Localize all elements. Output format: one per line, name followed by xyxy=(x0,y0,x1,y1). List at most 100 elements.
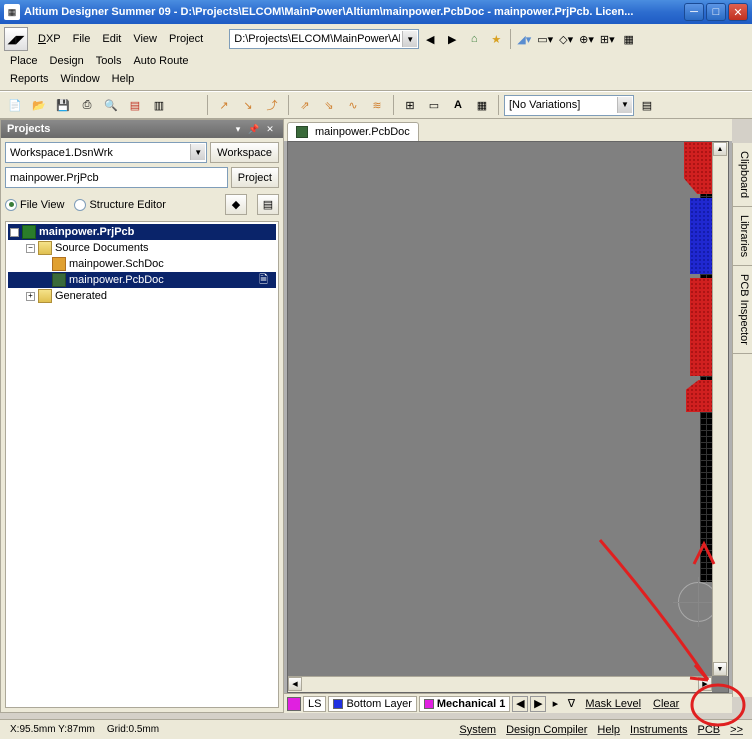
chevron-down-icon[interactable]: ▼ xyxy=(190,144,205,160)
pcb-canvas[interactable]: ▲ ▼ ◀ ▶ xyxy=(287,141,729,693)
tool-d-button[interactable]: ⊕▾ xyxy=(576,28,597,50)
variations-edit-button[interactable]: ▤ xyxy=(636,94,658,116)
route-b-icon[interactable]: ↘ xyxy=(237,94,259,116)
side-tab-pcb-inspector[interactable]: PCB Inspector xyxy=(733,266,752,354)
scrollbar-horizontal[interactable]: ◀ ▶ xyxy=(288,676,712,692)
preview-button[interactable]: 🔍 xyxy=(100,94,122,116)
route-f-icon[interactable]: ∿ xyxy=(342,94,364,116)
layer-filter-icon[interactable]: ∇ xyxy=(564,696,578,712)
mask-level-link[interactable]: Mask Level xyxy=(580,695,646,713)
menu-dxp[interactable]: DXP xyxy=(32,31,67,47)
clear-link[interactable]: Clear xyxy=(648,695,684,713)
panel-close-icon[interactable]: ✕ xyxy=(263,123,277,135)
file-view-radio[interactable]: File View xyxy=(5,199,64,211)
expand-icon[interactable]: + xyxy=(26,292,35,301)
doc-tab[interactable]: mainpower.PcbDoc xyxy=(287,122,419,141)
nav-back-button[interactable]: ◀ xyxy=(419,28,441,50)
tree-sch-doc[interactable]: mainpower.SchDoc xyxy=(8,256,276,272)
tree-project-root[interactable]: − mainpower.PrjPcb xyxy=(8,224,276,240)
side-tab-libraries[interactable]: Libraries xyxy=(733,207,752,266)
project-button[interactable]: Project xyxy=(231,167,279,188)
panel-menu-icon[interactable]: ▾ xyxy=(231,123,245,135)
status-system-link[interactable]: System xyxy=(454,721,501,739)
layer-menu-icon[interactable]: ▸ xyxy=(548,696,562,712)
path-combo[interactable]: D:\Projects\ELCOM\MainPower\Altium\ ▼ xyxy=(229,29,419,49)
menu-project[interactable]: Project xyxy=(163,31,209,47)
menu-tools[interactable]: Tools xyxy=(90,53,128,69)
status-instruments-link[interactable]: Instruments xyxy=(625,721,692,739)
nav-fav-button[interactable]: ★ xyxy=(485,28,507,50)
scrollbar-vertical[interactable]: ▲ ▼ xyxy=(712,142,728,676)
project-combo[interactable]: mainpower.PrjPcb xyxy=(5,167,228,188)
print-button[interactable]: ⎙ xyxy=(76,94,98,116)
workspace-button[interactable]: Workspace xyxy=(210,142,279,163)
menu-edit[interactable]: Edit xyxy=(96,31,127,47)
panel-opt2-button[interactable]: ▤ xyxy=(257,194,279,215)
collapse-icon[interactable]: − xyxy=(26,244,35,253)
workspace-combo[interactable]: Workspace1.DsnWrk ▼ xyxy=(5,142,207,163)
layer-next-button[interactable]: ▶ xyxy=(530,696,546,712)
menu-window[interactable]: Window xyxy=(55,71,106,87)
layer-prev-button[interactable]: ◀ xyxy=(512,696,528,712)
layer-swatch-ls[interactable] xyxy=(287,697,301,711)
tool-b-button[interactable]: ▭▾ xyxy=(534,28,556,50)
menu-place[interactable]: Place xyxy=(4,53,44,69)
nav-fwd-button[interactable]: ▶ xyxy=(441,28,463,50)
tree-generated[interactable]: + Generated xyxy=(8,288,276,304)
tool-a-button[interactable]: ◢▾ xyxy=(514,28,534,50)
route-i-icon[interactable]: ▭ xyxy=(423,94,445,116)
variations-combo[interactable]: [No Variations] ▼ xyxy=(504,95,634,116)
new-button[interactable]: 📄 xyxy=(4,94,26,116)
menu-view[interactable]: View xyxy=(127,31,163,47)
text-icon[interactable]: A xyxy=(447,94,469,116)
route-a-icon[interactable]: ↗ xyxy=(213,94,235,116)
tree-pcb-doc[interactable]: mainpower.PcbDoc 🗎 xyxy=(8,272,276,288)
nav-home-button[interactable]: ⌂ xyxy=(463,28,485,50)
save-button[interactable]: 💾 xyxy=(52,94,74,116)
open-button[interactable]: 📂 xyxy=(28,94,50,116)
menu-reports[interactable]: Reports xyxy=(4,71,55,87)
layer-tab-mechanical[interactable]: Mechanical 1 xyxy=(419,696,510,712)
layer-swatch-mech xyxy=(424,699,434,709)
scroll-right-icon[interactable]: ▶ xyxy=(698,677,712,691)
menu-autoroute[interactable]: Auto Route xyxy=(127,53,194,69)
route-h-icon[interactable]: ⊞ xyxy=(399,94,421,116)
layer-tab-ls[interactable]: LS xyxy=(303,696,326,712)
tool-grid-button[interactable]: ▦ xyxy=(618,28,640,50)
scroll-left-icon[interactable]: ◀ xyxy=(288,677,302,691)
menu-file[interactable]: File xyxy=(67,31,97,47)
chevron-down-icon[interactable]: ▼ xyxy=(617,97,632,113)
side-tab-clipboard[interactable]: Clipboard xyxy=(733,143,752,207)
menu-design[interactable]: Design xyxy=(44,53,90,69)
stack-button[interactable]: ▥ xyxy=(148,94,170,116)
panel-pin-icon[interactable]: 📌 xyxy=(247,123,261,135)
tool-e-button[interactable]: ⊞▾ xyxy=(597,28,618,50)
tool-c-button[interactable]: ◇▾ xyxy=(556,28,576,50)
layer-tab-bottom[interactable]: Bottom Layer xyxy=(328,696,416,712)
structure-editor-radio[interactable]: Structure Editor xyxy=(74,199,165,211)
status-design-compiler-link[interactable]: Design Compiler xyxy=(501,721,592,739)
scroll-down-icon[interactable]: ▼ xyxy=(713,662,727,676)
status-more-button[interactable]: >> xyxy=(725,721,748,739)
route-g-icon[interactable]: ≋ xyxy=(366,94,388,116)
tree-source-docs[interactable]: − Source Documents xyxy=(8,240,276,256)
project-tree[interactable]: − mainpower.PrjPcb − Source Documents ma… xyxy=(5,221,279,708)
chevron-down-icon[interactable]: ▼ xyxy=(402,31,417,47)
route-c-icon[interactable]: ⤴ xyxy=(261,94,283,116)
route-e-icon[interactable]: ⇘ xyxy=(318,94,340,116)
titlebar: ▦ Altium Designer Summer 09 - D:\Project… xyxy=(0,0,752,24)
close-button[interactable]: ✕ xyxy=(728,3,748,21)
collapse-icon[interactable]: − xyxy=(10,228,19,237)
panel-opt1-button[interactable]: ◆ xyxy=(225,194,247,215)
route-d-icon[interactable]: ⇗ xyxy=(294,94,316,116)
status-pcb-link[interactable]: PCB xyxy=(693,721,726,739)
pdf-button[interactable]: ▤ xyxy=(124,94,146,116)
comp-icon[interactable]: ▦ xyxy=(471,94,493,116)
status-help-link[interactable]: Help xyxy=(592,721,625,739)
layer-bar: LS Bottom Layer Mechanical 1 ◀ ▶ ▸ ∇ Mas… xyxy=(284,693,732,713)
minimize-button[interactable]: ─ xyxy=(684,3,704,21)
dxp-icon[interactable]: ◢◤ xyxy=(4,27,28,51)
scroll-up-icon[interactable]: ▲ xyxy=(713,142,727,156)
maximize-button[interactable]: □ xyxy=(706,3,726,21)
menu-help[interactable]: Help xyxy=(106,71,141,87)
